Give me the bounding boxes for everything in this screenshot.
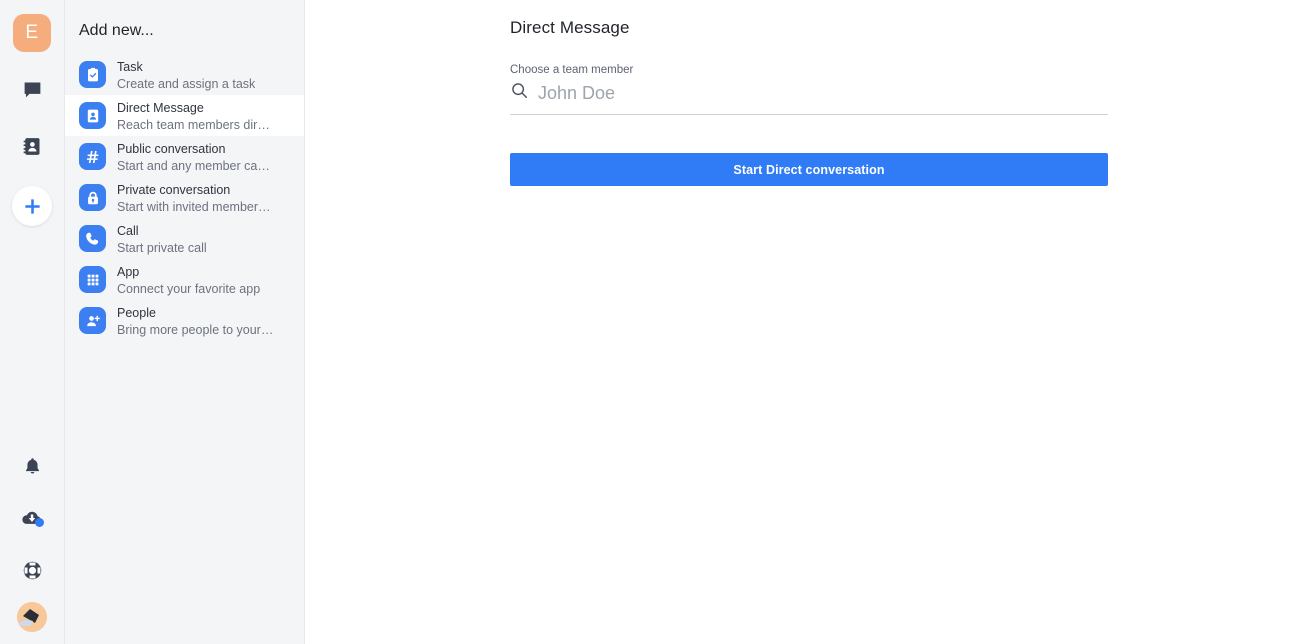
contact-card-icon [79,102,106,129]
panel-item-title: App [117,264,140,279]
panel-item-subtitle: Create and assign a task [117,76,256,91]
panel-item-private-conversation[interactable]: Private conversation Start with invited … [65,177,304,218]
apps-grid-icon [79,266,106,293]
panel-item-subtitle: Reach team members directly [117,117,275,132]
main-content: Direct Message Choose a team member Star… [305,0,1300,644]
left-icon-rail: E [0,0,65,644]
rail-item-contacts[interactable] [12,126,52,166]
workspace-avatar[interactable]: E [13,14,51,52]
bell-icon [23,456,42,476]
panel-item-text: People Bring more people to your te… [117,304,275,338]
install-app-badge [35,518,44,527]
rail-bottom-group [12,446,52,644]
panel-item-title: Private conversation [117,182,231,197]
direct-message-form: Direct Message Choose a team member Star… [510,18,1108,186]
panel-title: Add new... [79,22,154,39]
rail-top-group: E [12,0,52,226]
panel-item-title: People [117,305,156,320]
panel-item-text: Direct Message Reach team members direct… [117,99,275,133]
start-direct-conversation-button[interactable]: Start Direct conversation [510,153,1108,186]
panel-item-subtitle: Bring more people to your te… [117,322,275,337]
panel-item-title: Call [117,223,139,238]
team-member-search-row[interactable] [510,81,1108,115]
panel-item-text: Private conversation Start with invited … [117,181,275,215]
panel-item-text: Public conversation Start and any member… [117,140,275,174]
contacts-icon [22,136,42,157]
team-member-field-label: Choose a team member [510,64,634,76]
clipboard-check-icon [79,61,106,88]
lifebuoy-icon [22,560,43,581]
panel-item-public-conversation[interactable]: Public conversation Start and any member… [65,136,304,177]
panel-item-subtitle: Start and any member can jo… [117,158,275,173]
chat-icon [22,79,43,100]
user-avatar[interactable] [17,602,47,632]
create-new-icon [23,197,42,216]
add-new-panel: Add new... Task Create and assign a task [65,0,309,644]
lock-icon [79,184,106,211]
person-plus-icon [79,307,106,334]
rail-item-help[interactable] [12,550,52,590]
panel-item-text: App Connect your favorite app [117,263,260,297]
panel-item-title: Task [117,59,143,74]
search-icon [510,81,538,105]
page-title: Direct Message [510,18,630,37]
panel-item-subtitle: Connect your favorite app [117,281,261,296]
panel-item-task[interactable]: Task Create and assign a task [65,54,304,95]
panel-item-direct-message[interactable]: Direct Message Reach team members direct… [65,95,309,136]
panel-item-subtitle: Start with invited members o… [117,199,275,214]
app-root: E Add new... Task Create and assign a ta… [0,0,1300,644]
panel-item-people[interactable]: People Bring more people to your te… [65,300,304,341]
panel-item-title: Public conversation [117,141,226,156]
rail-item-create-new[interactable] [12,186,52,226]
panel-item-subtitle: Start private call [117,240,207,255]
rail-item-install-app[interactable] [12,498,52,538]
add-new-list: Task Create and assign a task Direct Mes… [65,54,309,341]
team-member-search-input[interactable] [538,82,1108,104]
panel-item-title: Direct Message [117,100,204,115]
hash-icon [79,143,106,170]
rail-item-notifications[interactable] [12,446,52,486]
panel-item-app[interactable]: App Connect your favorite app [65,259,304,300]
panel-item-text: Task Create and assign a task [117,58,255,92]
panel-item-text: Call Start private call [117,222,207,256]
rail-item-chat[interactable] [12,69,52,109]
phone-icon [79,225,106,252]
panel-item-call[interactable]: Call Start private call [65,218,304,259]
